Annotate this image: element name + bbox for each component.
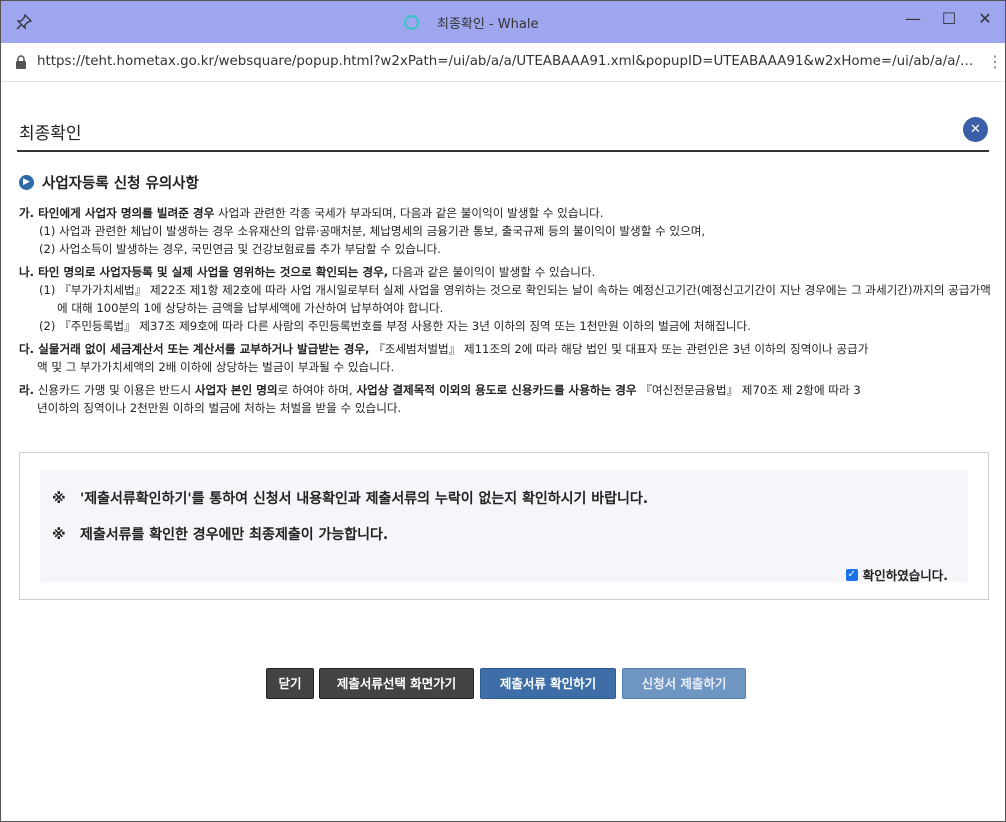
pin-icon[interactable] — [15, 13, 33, 31]
close-button[interactable]: 닫기 — [266, 668, 314, 699]
notice-ga-item-2: (2) 사업소득이 발생하는 경우, 국민연금 및 건강보험료를 추가 부담할 … — [39, 242, 441, 256]
goto-docs-button[interactable]: 제출서류선택 화면가기 — [319, 668, 474, 699]
notice-na-text: 다음과 같은 불이익이 발생할 수 있습니다. — [388, 265, 596, 279]
notice-na-bold: 타인 명의로 사업자등록 및 실제 사업을 영위하는 것으로 확인되는 경우, — [34, 265, 389, 279]
reference-mark: ※ — [52, 527, 66, 543]
notice-na-item-1: (1) 『부가가치세법』 제22조 제1항 제2호에 따라 사업 개시일로부터 … — [39, 283, 991, 315]
whale-logo-icon — [404, 15, 419, 30]
notice-da-prefix: 다. — [19, 342, 35, 356]
browser-window: 최종확인 - Whale — ☐ ✕ https://teht.hometax.… — [0, 0, 1006, 822]
notice-ra-bold-2: 사업상 결제목적 이외의 용도로 신용카드를 사용하는 경우 — [356, 383, 637, 397]
minimize-button[interactable]: — — [903, 9, 923, 29]
page-title: 최종확인 — [19, 124, 82, 144]
confirm-docs-button[interactable]: 제출서류 확인하기 — [480, 668, 616, 699]
address-bar: https://teht.hometax.go.kr/websquare/pop… — [1, 43, 1005, 82]
notice-list: 가. 타인에게 사업자 명의를 빌려준 경우 사업과 관련한 각종 국세가 부과… — [19, 204, 991, 422]
notice-ra: 라. 신용카드 가맹 및 이용은 반드시 사업자 본인 명의로 하여야 하며, … — [19, 381, 991, 417]
notice-ra-cont: 년이하의 징역이나 2천만원 이하의 벌금에 처하는 처벌을 받을 수 있습니다… — [37, 401, 402, 415]
confirm-box: ※ '제출서류확인하기'를 통하여 신청서 내용확인과 제출서류의 누락이 없는지… — [19, 452, 989, 600]
notice-ga-prefix: 가. — [19, 206, 35, 220]
notice-da-cont: 액 및 그 부가가치세액의 2배 이하에 상당하는 벌금이 부과될 수 있습니다… — [37, 360, 395, 374]
url-field[interactable]: https://teht.hometax.go.kr/websquare/pop… — [37, 54, 979, 69]
title-divider — [17, 150, 989, 152]
window-title-text: 최종확인 - Whale — [437, 17, 539, 32]
notice-da-text: 『조세범처벌법』 제11조의 2에 따라 해당 법인 및 대표자 또는 관련인은… — [369, 342, 869, 356]
confirm-panel: ※ '제출서류확인하기'를 통하여 신청서 내용확인과 제출서류의 누락이 없는지… — [40, 470, 968, 584]
popup-content: 최종확인 ✕ ▶ 사업자등록 신청 유의사항 가. 타인에게 사업자 명의를 빌… — [1, 82, 1005, 821]
section-title: ▶ 사업자등록 신청 유의사항 — [19, 172, 199, 193]
confirm-line-1: ※ '제출서류확인하기'를 통하여 신청서 내용확인과 제출서류의 누락이 없는지… — [52, 488, 648, 508]
arrow-bullet-icon: ▶ — [19, 175, 34, 190]
maximize-button[interactable]: ☐ — [939, 9, 959, 29]
confirm-line-2-text: 제출서류를 확인한 경우에만 최종제출이 가능합니다. — [80, 527, 389, 543]
notice-ra-bold-1: 사업자 본인 명의 — [194, 383, 278, 397]
notice-da: 다. 실물거래 없이 세금계산서 또는 계산서를 교부하거나 발급받는 경우, … — [19, 340, 991, 376]
section-title-text: 사업자등록 신청 유의사항 — [42, 176, 199, 192]
notice-na-item-2: (2) 『주민등록법』 제37조 제9호에 따라 다른 사람의 주민등록번호를 … — [39, 319, 751, 333]
notice-ga: 가. 타인에게 사업자 명의를 빌려준 경우 사업과 관련한 각종 국세가 부과… — [19, 204, 991, 258]
notice-da-bold: 실물거래 없이 세금계산서 또는 계산서를 교부하거나 발급받는 경우, — [34, 342, 370, 356]
confirm-checkbox-row[interactable]: ✓ 확인하였습니다. — [845, 565, 948, 584]
confirm-line-1-text: '제출서류확인하기'를 통하여 신청서 내용확인과 제출서류의 누락이 없는지 … — [80, 491, 649, 507]
lock-icon — [16, 55, 26, 69]
close-popup-button[interactable]: ✕ — [963, 117, 988, 142]
window-title: 최종확인 - Whale — [404, 13, 538, 32]
notice-ga-text: 사업과 관련한 각종 국세가 부과되며, 다음과 같은 불이익이 발생할 수 있… — [214, 206, 604, 220]
confirm-checkbox[interactable]: ✓ — [845, 568, 858, 581]
notice-na-prefix: 나. — [19, 265, 35, 279]
reference-mark: ※ — [52, 491, 66, 507]
notice-ga-item-1: (1) 사업과 관련한 체납이 발생하는 경우 소유재산의 압류·공매처분, 체… — [39, 224, 706, 238]
notice-ra-prefix: 라. — [19, 383, 35, 397]
submit-application-button[interactable]: 신청서 제출하기 — [622, 668, 746, 699]
close-window-button[interactable]: ✕ — [975, 9, 995, 29]
button-row: 닫기 제출서류선택 화면가기 제출서류 확인하기 신청서 제출하기 — [1, 668, 1005, 699]
more-options-icon[interactable]: ⋮ — [987, 53, 1003, 71]
notice-ga-bold: 타인에게 사업자 명의를 빌려준 경우 — [34, 206, 215, 220]
title-bar: 최종확인 - Whale — ☐ ✕ — [1, 1, 1005, 43]
notice-ra-text-2: 로 하여야 하며, — [277, 383, 357, 397]
notice-ra-text-3: 『여신전문금융법』 제70조 제 2항에 따라 3 — [636, 383, 861, 397]
confirm-line-2: ※ 제출서류를 확인한 경우에만 최종제출이 가능합니다. — [52, 524, 388, 544]
notice-na: 나. 타인 명의로 사업자등록 및 실제 사업을 영위하는 것으로 확인되는 경… — [19, 263, 991, 335]
confirm-checkbox-label[interactable]: 확인하였습니다. — [863, 565, 948, 584]
notice-ra-text-1: 신용카드 가맹 및 이용은 반드시 — [34, 383, 195, 397]
